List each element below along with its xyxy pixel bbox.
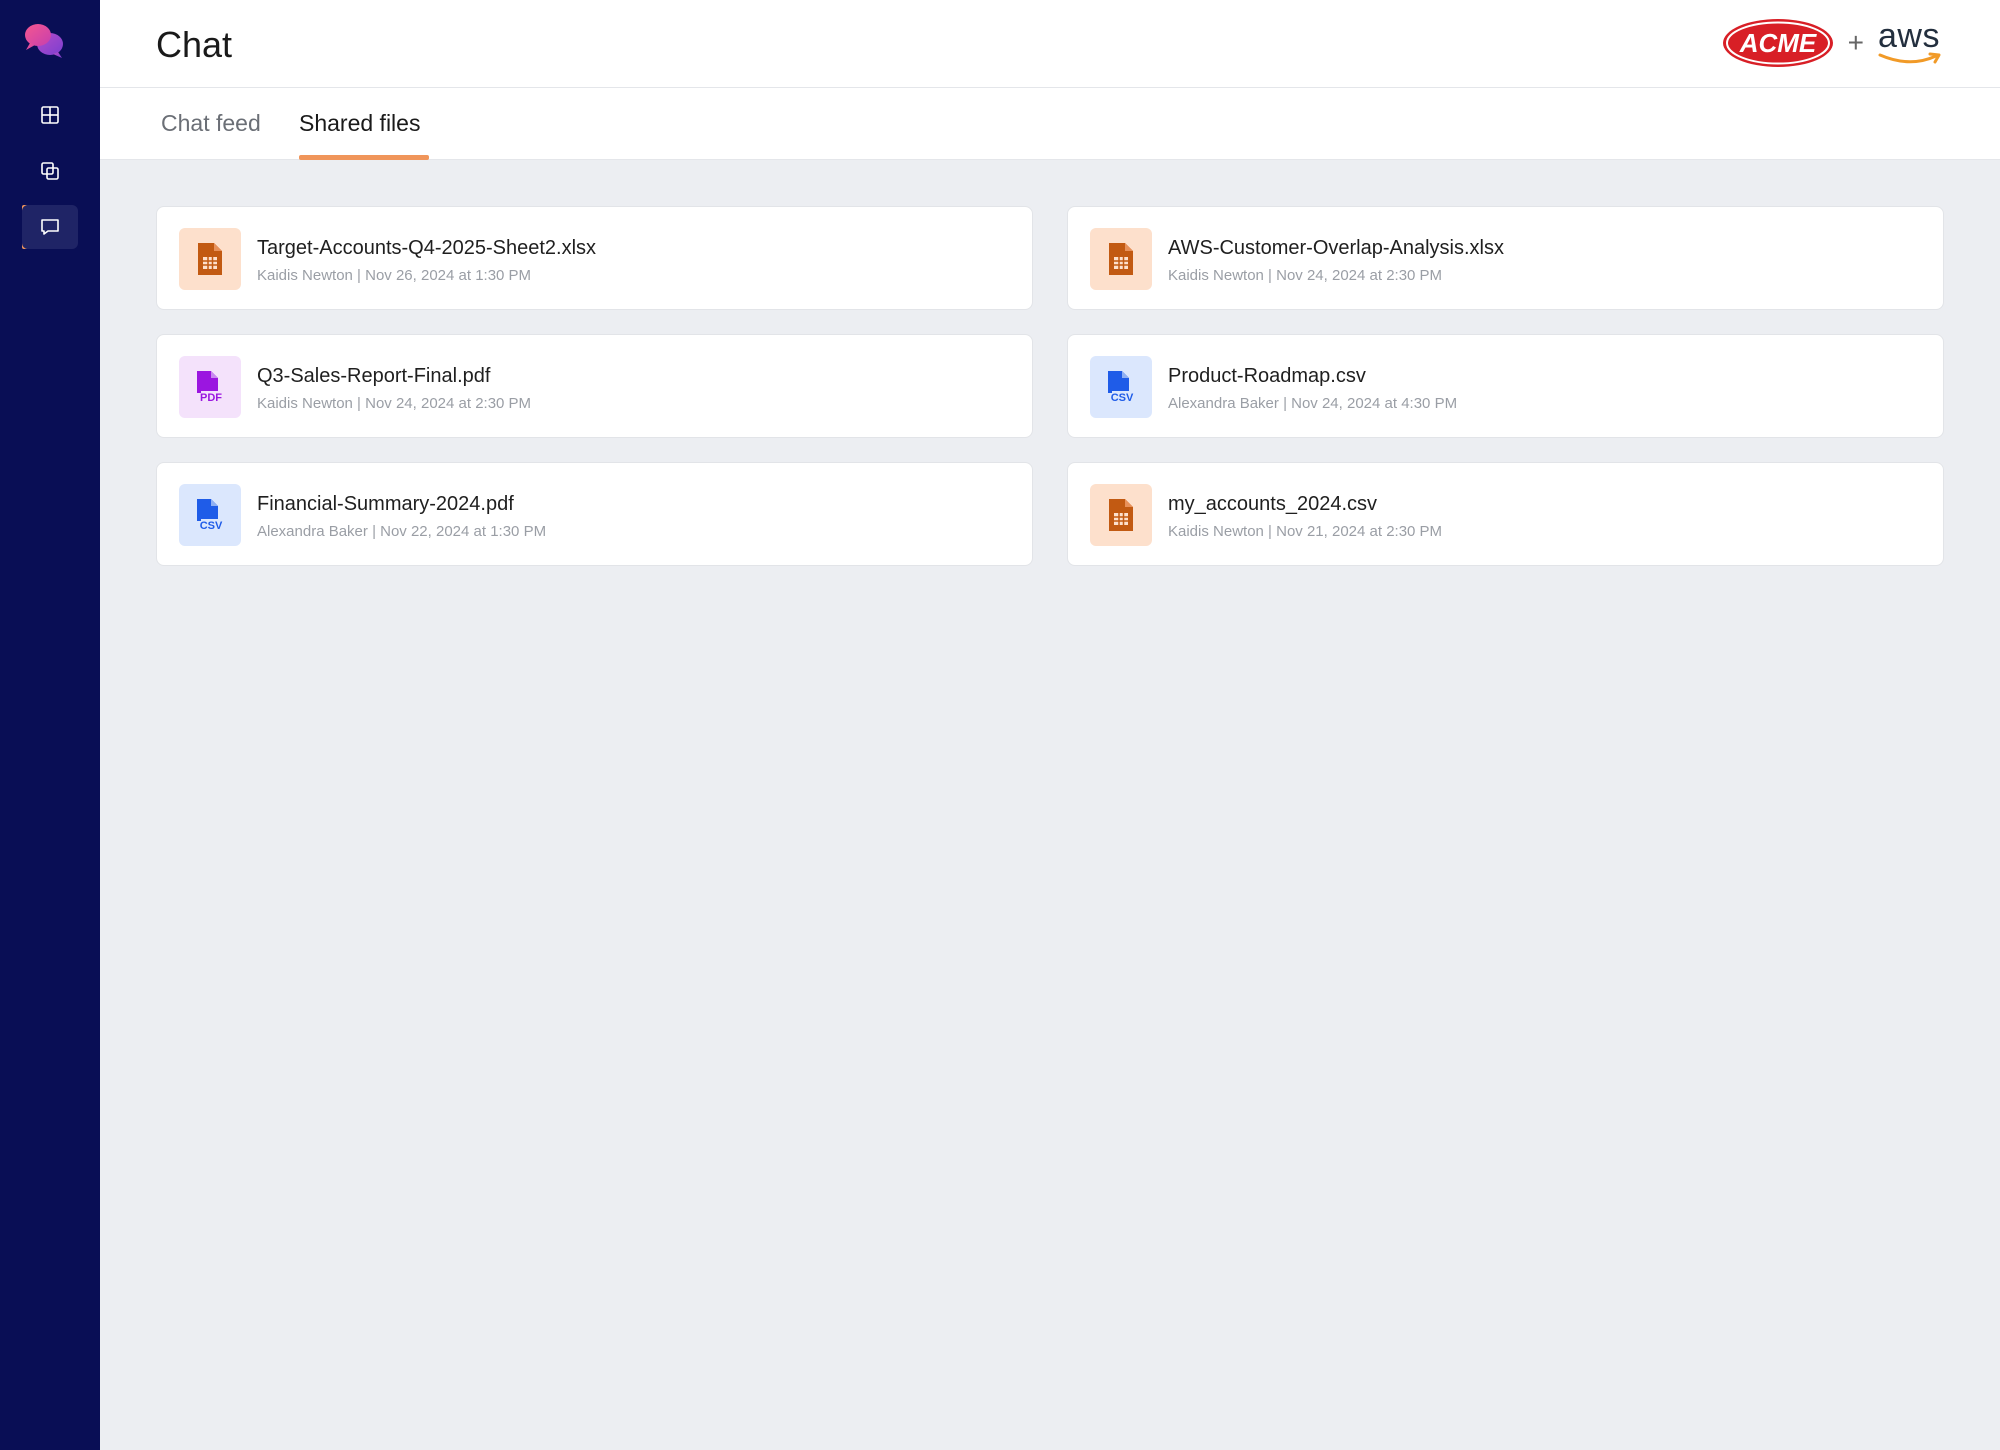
sidebar-item-copy[interactable]: [22, 149, 78, 193]
chat-app-logo-icon[interactable]: [22, 20, 66, 60]
file-name: Target-Accounts-Q4-2025-Sheet2.xlsx: [257, 237, 597, 259]
tab-shared-files[interactable]: Shared files: [299, 110, 420, 157]
file-meta: Kaidis Newton | Nov 26, 2024 at 1:30 PM: [257, 267, 532, 284]
sidebar-item-chat[interactable]: [22, 205, 78, 249]
copy-icon: [41, 162, 59, 180]
file-name: Product-Roadmap.csv: [1168, 365, 1366, 387]
file-name: Financial-Summary-2024.pdf: [257, 493, 514, 515]
page-title: Chat: [156, 24, 233, 65]
aws-logo-text: aws: [1878, 17, 1940, 55]
file-name: Q3-Sales-Report-Final.pdf: [257, 365, 491, 387]
grid-icon: [41, 106, 59, 124]
file-card[interactable]: CSV Product-Roadmap.csv Alexandra Baker …: [1067, 334, 1944, 438]
tab-chat-feed[interactable]: Chat feed: [161, 110, 261, 157]
brand-plus: +: [1847, 27, 1864, 58]
acme-logo-icon: ACME: [1722, 19, 1833, 67]
brand-logos: ACME + aws: [1722, 18, 1944, 68]
file-meta: Kaidis Newton | Nov 21, 2024 at 2:30 PM: [1168, 523, 1443, 540]
aws-logo: aws: [1878, 17, 1944, 66]
file-card[interactable]: CSV Financial-Summary-2024.pdf Alexandra…: [156, 462, 1033, 566]
pdf-icon-label: PDF: [200, 392, 222, 404]
file-card[interactable]: my_accounts_2024.csv Kaidis Newton | Nov…: [1067, 462, 1944, 566]
pdf-file-icon: PDF: [179, 356, 241, 418]
tab-bar: Chat feed Shared files: [100, 88, 2000, 160]
acme-logo-text: ACME: [1738, 28, 1816, 58]
file-card[interactable]: Target-Accounts-Q4-2025-Sheet2.xlsx Kaid…: [156, 206, 1033, 310]
csv-icon-label: CSV: [1111, 392, 1134, 404]
file-name: my_accounts_2024.csv: [1168, 493, 1378, 515]
file-meta: Kaidis Newton | Nov 24, 2024 at 2:30 PM: [1168, 267, 1443, 284]
chat-bubble-icon: [41, 219, 59, 235]
spreadsheet-file-icon: [1090, 484, 1152, 546]
sidebar: [0, 0, 100, 1450]
spreadsheet-file-icon: [179, 228, 241, 290]
header: Chat ACME + aws: [100, 0, 2000, 88]
spreadsheet-file-icon: [1090, 228, 1152, 290]
file-meta: Alexandra Baker | Nov 24, 2024 at 4:30 P…: [1168, 395, 1458, 412]
csv-icon-label: CSV: [200, 520, 223, 532]
file-name: AWS-Customer-Overlap-Analysis.xlsx: [1168, 237, 1504, 259]
csv-file-icon: CSV: [1090, 356, 1152, 418]
file-card[interactable]: AWS-Customer-Overlap-Analysis.xlsx Kaidi…: [1067, 206, 1944, 310]
file-card[interactable]: PDF Q3-Sales-Report-Final.pdf Kaidis New…: [156, 334, 1033, 438]
file-meta: Alexandra Baker | Nov 22, 2024 at 1:30 P…: [257, 523, 547, 540]
active-tab-indicator: [299, 155, 429, 160]
file-meta: Kaidis Newton | Nov 24, 2024 at 2:30 PM: [257, 395, 532, 412]
csv-file-icon: CSV: [179, 484, 241, 546]
sidebar-item-dashboard[interactable]: [22, 93, 78, 137]
aws-smile-icon: [1878, 52, 1941, 64]
